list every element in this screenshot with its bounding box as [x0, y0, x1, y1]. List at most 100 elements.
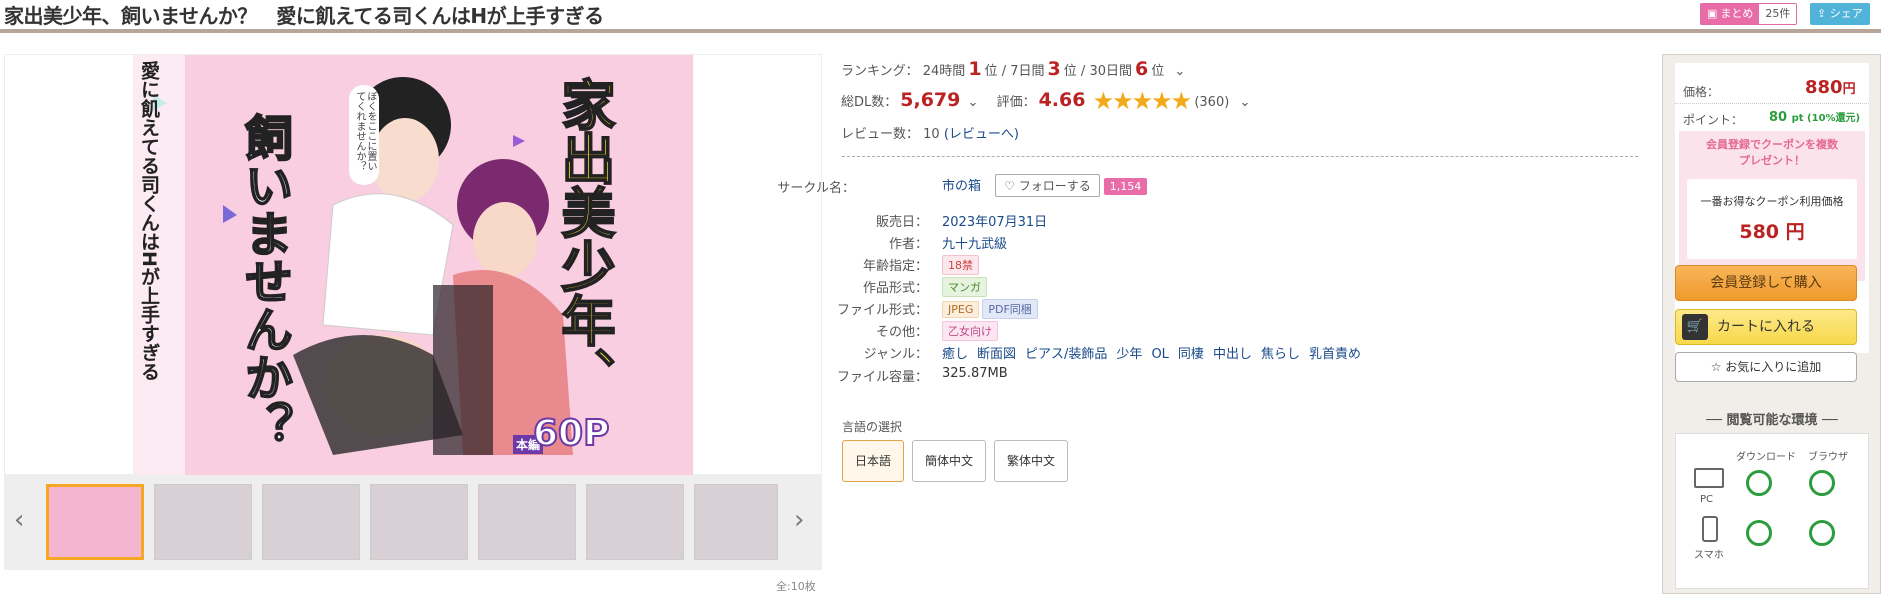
rank-unit: 位 — [984, 64, 998, 79]
circle-row: 市の箱 ♡ フォローする 1,154 — [942, 174, 1148, 197]
star-rating-icon: ★★★★★ — [1092, 87, 1193, 115]
rank-30d-label: 30日間 — [1089, 64, 1132, 79]
favorite-button[interactable]: ☆ お気に入りに追加 — [1675, 352, 1857, 382]
age-tag[interactable]: 18禁 — [942, 255, 979, 275]
cart-label: カートに入れる — [1717, 319, 1815, 335]
chevron-down-icon[interactable]: ⌄ — [1239, 95, 1250, 110]
review-row: レビュー数： 10 (レビューへ) — [841, 123, 1019, 142]
coupon-promo-line: 会員登録でクーポンを複数 — [1706, 138, 1838, 151]
download-pc-ok-icon — [1746, 470, 1772, 496]
heart-icon: ♡ — [1004, 179, 1015, 193]
chevron-down-icon[interactable]: ⌄ — [968, 95, 979, 110]
cover-speech-bubble: ぼくをここに置いてくれませんか？ — [349, 85, 379, 185]
rating-value: 4.66 — [1038, 89, 1086, 111]
share-icon: ⇪ — [1817, 7, 1830, 20]
thumb-prev-arrow[interactable]: ‹ — [14, 505, 24, 535]
language-option-simplified[interactable]: 簡体中文 — [912, 440, 986, 482]
add-to-cart-button[interactable]: 🛒 カートに入れる — [1675, 309, 1857, 345]
format-tag[interactable]: マンガ — [942, 277, 987, 297]
environment-box: ダウンロード ブラウザ PC スマホ — [1675, 433, 1869, 589]
size-label: ファイル容量： — [836, 370, 928, 385]
env-pc-label: PC — [1700, 494, 1714, 505]
genre-link[interactable]: 焦らし — [1261, 347, 1300, 362]
price-yen: 円 — [1842, 82, 1856, 97]
chevron-down-icon[interactable]: ⌄ — [1174, 64, 1185, 79]
register-buy-button[interactable]: 会員登録して購入 — [1675, 265, 1857, 301]
cart-icon: 🛒 — [1682, 314, 1708, 340]
thumbnail[interactable] — [694, 484, 778, 560]
thumbnail[interactable] — [586, 484, 684, 560]
env-download-label: ダウンロード — [1736, 452, 1796, 463]
price-divider — [1675, 103, 1869, 104]
star-icon: ☆ — [1710, 360, 1726, 374]
circle-link[interactable]: 市の箱 — [942, 179, 981, 194]
author-link[interactable]: 九十九武級 — [942, 233, 1007, 252]
format-value-wrap: マンガ — [942, 277, 990, 297]
point-value: 80 — [1769, 110, 1788, 125]
genre-link[interactable]: OL — [1151, 347, 1168, 362]
rank-7d-value: 3 — [1047, 58, 1061, 80]
rank-24h-label: 24時間 — [922, 64, 966, 79]
share-button[interactable]: ⇪ シェア — [1810, 3, 1870, 25]
ranking-row: ランキング： 24時間 1 位 / 7日間 3 位 / 30日間 6 位 ⌄ — [841, 58, 1185, 80]
follow-button[interactable]: ♡ フォローする — [995, 174, 1100, 197]
genre-link[interactable]: 中出し — [1213, 347, 1252, 362]
genre-link[interactable]: 断面図 — [977, 347, 1016, 362]
genre-link[interactable]: 同棲 — [1178, 347, 1204, 362]
format-label: 作品形式： — [862, 281, 928, 296]
size-value: 325.87MB — [942, 366, 1008, 381]
pc-icon — [1694, 468, 1724, 488]
rank-24h-value: 1 — [968, 58, 982, 80]
fav-label: お気に入りに追加 — [1725, 360, 1822, 374]
other-value-wrap: 乙女向け — [942, 321, 1001, 341]
coupon-card: 一番お得なクーポン利用価格 580 円 — [1687, 179, 1857, 259]
thumbnail[interactable] — [46, 484, 144, 560]
file-tag-pdf[interactable]: PDF同梱 — [982, 299, 1038, 319]
dl-value: 5,679 — [900, 89, 961, 111]
point-row: 80 pt (10%還元) — [1769, 109, 1860, 125]
language-label: 言語の選択 — [842, 420, 903, 434]
follow-label: フォローする — [1018, 179, 1091, 193]
file-tag-jpeg[interactable]: JPEG — [942, 301, 980, 318]
env-browser-label: ブラウザ — [1808, 452, 1848, 463]
purchase-sidebar: 価格： 880円 ポイント： 80 pt (10%還元) 会員登録でクーポンを複… — [1662, 54, 1881, 594]
stats-row: 総DL数： 5,679 ⌄ 評価： 4.66 ★★★★★ (360) ⌄ — [841, 87, 1250, 115]
thumbnail[interactable] — [370, 484, 468, 560]
genre-link[interactable]: 少年 — [1116, 347, 1142, 362]
image-count: 全:10枚 — [776, 580, 816, 593]
genre-link[interactable]: ピアス/装飾品 — [1025, 347, 1107, 362]
review-count: 10 — [923, 127, 940, 142]
cover-subtitle: 愛に飢えてる司くんはHが上手すぎる — [138, 61, 160, 381]
title-divider — [0, 29, 1881, 33]
rating-label: 評価： — [996, 95, 1036, 110]
coupon-price: 580 円 — [1739, 221, 1805, 243]
other-label: その他： — [875, 325, 928, 340]
thumbnail[interactable] — [478, 484, 576, 560]
coupon-label: 一番お得なクーポン利用価格 — [1700, 195, 1844, 208]
release-date[interactable]: 2023年07月31日 — [942, 211, 1047, 230]
language-option-traditional[interactable]: 繁体中文 — [994, 440, 1068, 482]
rank-separator: / — [1001, 64, 1007, 79]
cover-pages: 60P — [532, 412, 610, 455]
point-label: ポイント： — [1683, 113, 1744, 127]
genre-label: ジャンル： — [863, 347, 928, 362]
coupon-panel: 会員登録でクーポンを複数 プレゼント！ 一番お得なクーポン利用価格 580 円 — [1679, 131, 1865, 281]
thumb-next-arrow[interactable]: › — [794, 505, 804, 535]
browser-phone-ok-icon — [1809, 520, 1835, 546]
rank-7d-label: 7日間 — [1010, 64, 1045, 79]
matome-badge[interactable]: ▣ まとめ 25件 — [1700, 3, 1798, 25]
env-phone-label: スマホ — [1694, 550, 1724, 561]
price-row: 880円 — [1805, 77, 1856, 98]
coupon-promo-line: プレゼント！ — [1739, 154, 1805, 167]
dl-label: 総DL数： — [841, 95, 898, 110]
review-link[interactable]: (レビューへ) — [944, 127, 1019, 142]
other-tag[interactable]: 乙女向け — [942, 321, 998, 341]
genre-link[interactable]: 癒し — [942, 347, 968, 362]
rank-30d-value: 6 — [1134, 58, 1149, 80]
cover-image[interactable]: 家出美少年、 飼いませんか？ 愛に飢えてる司くんはHが上手すぎる ぼくをここに置… — [133, 55, 693, 475]
thumbnail[interactable] — [262, 484, 360, 560]
thumbnail[interactable] — [154, 484, 252, 560]
coupon-promo: 会員登録でクーポンを複数 プレゼント！ — [1679, 137, 1865, 169]
genre-link[interactable]: 乳首責め — [1309, 347, 1361, 362]
language-option-japanese[interactable]: 日本語 — [842, 440, 904, 482]
